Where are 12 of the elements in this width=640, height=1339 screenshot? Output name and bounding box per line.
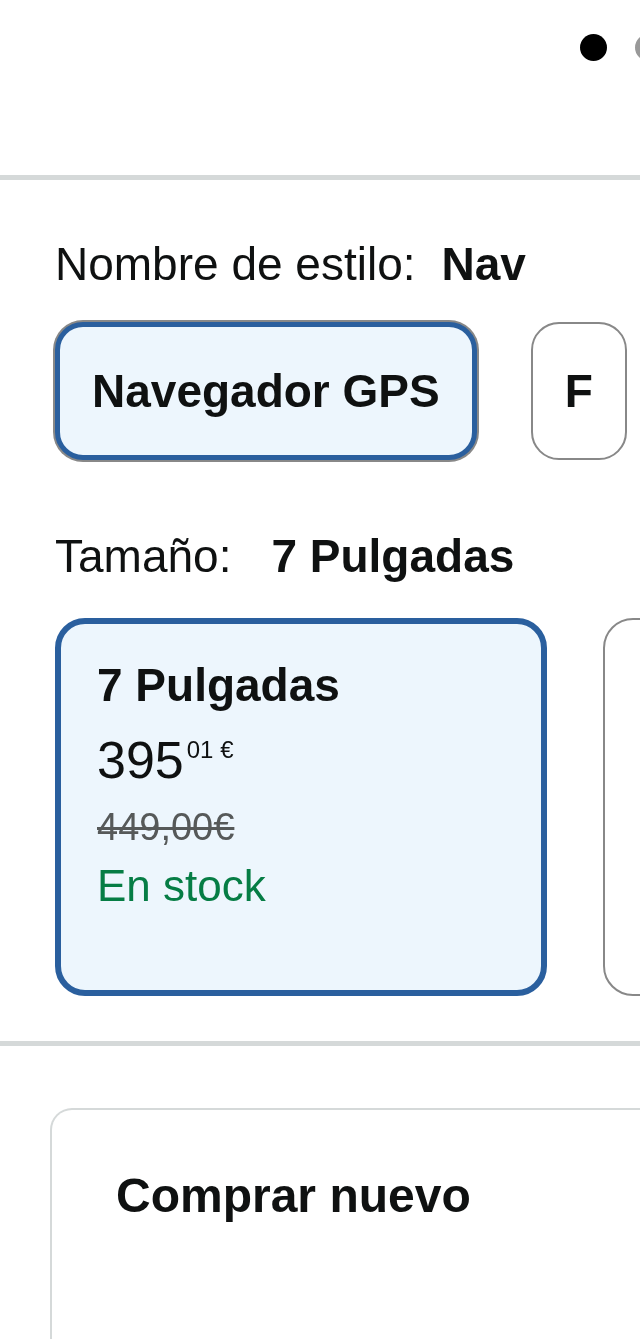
size-option-card[interactable]: 7 Pulgadas 395$^{01 €}$ 449,00€ En stock xyxy=(55,618,547,996)
carousel-dot[interactable] xyxy=(580,34,607,61)
style-option-button[interactable]: Navegador GPS xyxy=(55,322,477,460)
list-price: 449,00€ xyxy=(97,806,235,849)
buy-box-title: Comprar nuevo xyxy=(116,1169,471,1222)
style-value: Nav xyxy=(441,237,526,291)
size-label: Tamaño: xyxy=(55,529,232,583)
availability-text: En stock xyxy=(97,861,266,911)
style-label: Nombre de estilo: xyxy=(55,237,416,291)
style-option-button[interactable]: F xyxy=(530,322,627,460)
size-value: 7 Pulgadas xyxy=(271,529,515,583)
price: 395$^{01 €}$ xyxy=(97,734,234,786)
